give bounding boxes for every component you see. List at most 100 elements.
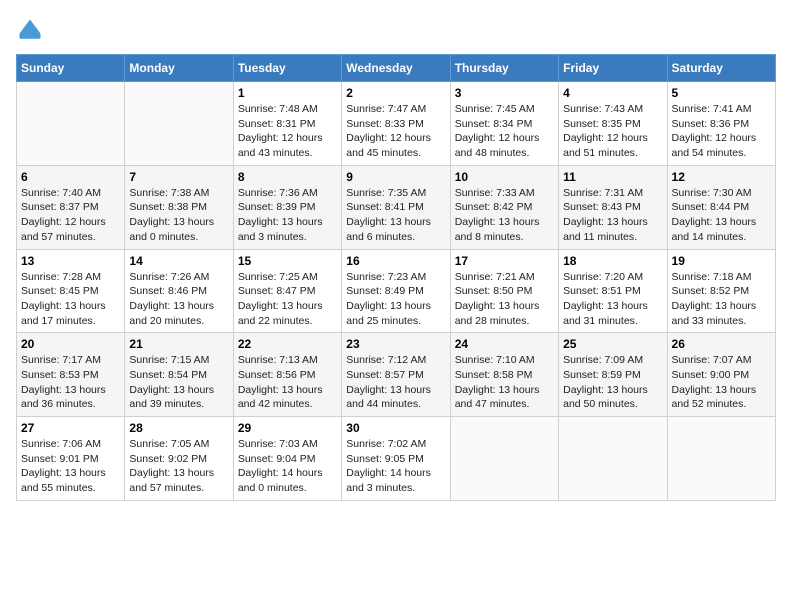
day-detail: Sunrise: 7:02 AMSunset: 9:05 PMDaylight:… [346,437,445,496]
day-detail: Sunrise: 7:25 AMSunset: 8:47 PMDaylight:… [238,270,337,329]
day-number: 16 [346,254,445,268]
day-number: 29 [238,421,337,435]
day-number: 25 [563,337,662,351]
day-number: 8 [238,170,337,184]
day-detail: Sunrise: 7:26 AMSunset: 8:46 PMDaylight:… [129,270,228,329]
calendar-cell: 29 Sunrise: 7:03 AMSunset: 9:04 PMDaylig… [233,417,341,501]
calendar-cell: 5 Sunrise: 7:41 AMSunset: 8:36 PMDayligh… [667,82,775,166]
day-detail: Sunrise: 7:18 AMSunset: 8:52 PMDaylight:… [672,270,771,329]
day-number: 13 [21,254,120,268]
page-header [16,16,776,44]
day-number: 30 [346,421,445,435]
weekday-header-monday: Monday [125,55,233,82]
calendar-cell: 21 Sunrise: 7:15 AMSunset: 8:54 PMDaylig… [125,333,233,417]
day-detail: Sunrise: 7:13 AMSunset: 8:56 PMDaylight:… [238,353,337,412]
day-detail: Sunrise: 7:36 AMSunset: 8:39 PMDaylight:… [238,186,337,245]
calendar-cell: 14 Sunrise: 7:26 AMSunset: 8:46 PMDaylig… [125,249,233,333]
day-number: 11 [563,170,662,184]
calendar-cell: 28 Sunrise: 7:05 AMSunset: 9:02 PMDaylig… [125,417,233,501]
calendar-cell: 23 Sunrise: 7:12 AMSunset: 8:57 PMDaylig… [342,333,450,417]
calendar-cell [17,82,125,166]
day-number: 2 [346,86,445,100]
calendar-cell: 25 Sunrise: 7:09 AMSunset: 8:59 PMDaylig… [559,333,667,417]
day-detail: Sunrise: 7:35 AMSunset: 8:41 PMDaylight:… [346,186,445,245]
day-detail: Sunrise: 7:07 AMSunset: 9:00 PMDaylight:… [672,353,771,412]
day-number: 19 [672,254,771,268]
calendar-cell: 9 Sunrise: 7:35 AMSunset: 8:41 PMDayligh… [342,165,450,249]
calendar-cell [559,417,667,501]
calendar-cell: 30 Sunrise: 7:02 AMSunset: 9:05 PMDaylig… [342,417,450,501]
calendar-cell: 7 Sunrise: 7:38 AMSunset: 8:38 PMDayligh… [125,165,233,249]
day-detail: Sunrise: 7:15 AMSunset: 8:54 PMDaylight:… [129,353,228,412]
day-number: 6 [21,170,120,184]
calendar-cell: 24 Sunrise: 7:10 AMSunset: 8:58 PMDaylig… [450,333,558,417]
calendar-cell [125,82,233,166]
day-detail: Sunrise: 7:40 AMSunset: 8:37 PMDaylight:… [21,186,120,245]
day-detail: Sunrise: 7:45 AMSunset: 8:34 PMDaylight:… [455,102,554,161]
calendar-cell: 6 Sunrise: 7:40 AMSunset: 8:37 PMDayligh… [17,165,125,249]
day-detail: Sunrise: 7:28 AMSunset: 8:45 PMDaylight:… [21,270,120,329]
logo [16,16,48,44]
day-number: 22 [238,337,337,351]
weekday-header-tuesday: Tuesday [233,55,341,82]
weekday-header-friday: Friday [559,55,667,82]
calendar-cell: 2 Sunrise: 7:47 AMSunset: 8:33 PMDayligh… [342,82,450,166]
calendar-cell: 13 Sunrise: 7:28 AMSunset: 8:45 PMDaylig… [17,249,125,333]
day-number: 23 [346,337,445,351]
calendar-cell: 16 Sunrise: 7:23 AMSunset: 8:49 PMDaylig… [342,249,450,333]
calendar-cell: 18 Sunrise: 7:20 AMSunset: 8:51 PMDaylig… [559,249,667,333]
calendar-cell: 11 Sunrise: 7:31 AMSunset: 8:43 PMDaylig… [559,165,667,249]
weekday-header-thursday: Thursday [450,55,558,82]
day-number: 15 [238,254,337,268]
calendar-week-row: 13 Sunrise: 7:28 AMSunset: 8:45 PMDaylig… [17,249,776,333]
day-number: 4 [563,86,662,100]
calendar-cell: 12 Sunrise: 7:30 AMSunset: 8:44 PMDaylig… [667,165,775,249]
calendar-cell: 4 Sunrise: 7:43 AMSunset: 8:35 PMDayligh… [559,82,667,166]
calendar-cell: 20 Sunrise: 7:17 AMSunset: 8:53 PMDaylig… [17,333,125,417]
day-number: 20 [21,337,120,351]
day-detail: Sunrise: 7:23 AMSunset: 8:49 PMDaylight:… [346,270,445,329]
calendar-cell: 22 Sunrise: 7:13 AMSunset: 8:56 PMDaylig… [233,333,341,417]
day-number: 27 [21,421,120,435]
day-number: 21 [129,337,228,351]
calendar-cell: 19 Sunrise: 7:18 AMSunset: 8:52 PMDaylig… [667,249,775,333]
day-detail: Sunrise: 7:30 AMSunset: 8:44 PMDaylight:… [672,186,771,245]
day-detail: Sunrise: 7:17 AMSunset: 8:53 PMDaylight:… [21,353,120,412]
day-number: 7 [129,170,228,184]
day-number: 9 [346,170,445,184]
calendar-cell: 15 Sunrise: 7:25 AMSunset: 8:47 PMDaylig… [233,249,341,333]
day-number: 18 [563,254,662,268]
day-number: 5 [672,86,771,100]
day-detail: Sunrise: 7:05 AMSunset: 9:02 PMDaylight:… [129,437,228,496]
day-number: 1 [238,86,337,100]
calendar-week-row: 27 Sunrise: 7:06 AMSunset: 9:01 PMDaylig… [17,417,776,501]
day-number: 3 [455,86,554,100]
calendar-week-row: 1 Sunrise: 7:48 AMSunset: 8:31 PMDayligh… [17,82,776,166]
calendar-cell [667,417,775,501]
calendar-cell [450,417,558,501]
calendar-cell: 8 Sunrise: 7:36 AMSunset: 8:39 PMDayligh… [233,165,341,249]
day-detail: Sunrise: 7:48 AMSunset: 8:31 PMDaylight:… [238,102,337,161]
day-detail: Sunrise: 7:03 AMSunset: 9:04 PMDaylight:… [238,437,337,496]
weekday-header-sunday: Sunday [17,55,125,82]
day-detail: Sunrise: 7:06 AMSunset: 9:01 PMDaylight:… [21,437,120,496]
day-number: 28 [129,421,228,435]
calendar-cell: 1 Sunrise: 7:48 AMSunset: 8:31 PMDayligh… [233,82,341,166]
day-number: 12 [672,170,771,184]
calendar-week-row: 6 Sunrise: 7:40 AMSunset: 8:37 PMDayligh… [17,165,776,249]
calendar-header-row: SundayMondayTuesdayWednesdayThursdayFrid… [17,55,776,82]
calendar-cell: 17 Sunrise: 7:21 AMSunset: 8:50 PMDaylig… [450,249,558,333]
calendar-week-row: 20 Sunrise: 7:17 AMSunset: 8:53 PMDaylig… [17,333,776,417]
day-detail: Sunrise: 7:31 AMSunset: 8:43 PMDaylight:… [563,186,662,245]
day-number: 17 [455,254,554,268]
day-number: 24 [455,337,554,351]
day-detail: Sunrise: 7:38 AMSunset: 8:38 PMDaylight:… [129,186,228,245]
day-detail: Sunrise: 7:20 AMSunset: 8:51 PMDaylight:… [563,270,662,329]
calendar-table: SundayMondayTuesdayWednesdayThursdayFrid… [16,54,776,501]
day-detail: Sunrise: 7:10 AMSunset: 8:58 PMDaylight:… [455,353,554,412]
day-number: 26 [672,337,771,351]
day-detail: Sunrise: 7:21 AMSunset: 8:50 PMDaylight:… [455,270,554,329]
day-number: 14 [129,254,228,268]
logo-icon [16,16,44,44]
day-detail: Sunrise: 7:47 AMSunset: 8:33 PMDaylight:… [346,102,445,161]
